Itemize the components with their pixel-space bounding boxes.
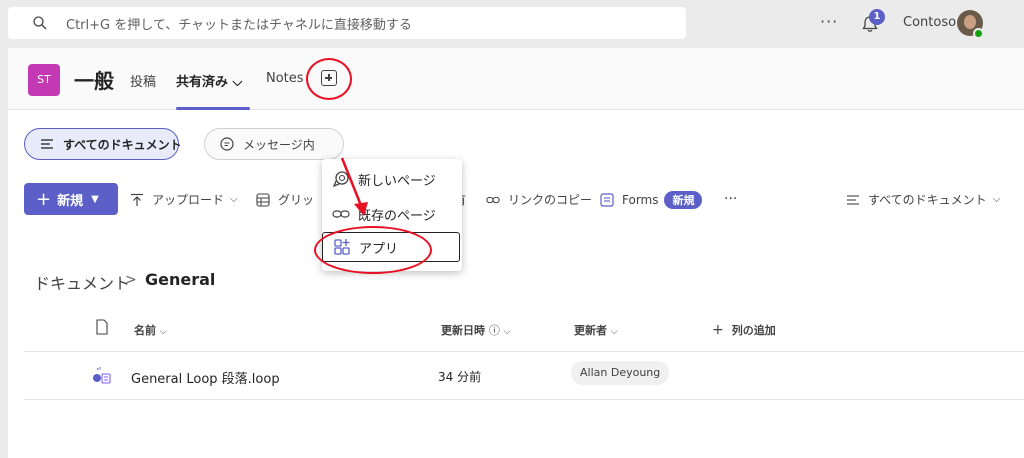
grid-view-button[interactable]: グリッ [256, 191, 314, 208]
add-column-button[interactable]: + 列の追加 [712, 322, 776, 338]
channel-panel: ST 一般 投稿 共有済み ⌵ Notes すべてのドキュメント メッセージ内 … [8, 48, 1024, 458]
channel-header: ST 一般 投稿 共有済み ⌵ Notes [8, 48, 1024, 110]
active-tab-indicator [176, 107, 250, 110]
forms-new-badge: 新規 [664, 191, 703, 209]
annotation-circle [306, 58, 352, 100]
annotation-arrow [340, 157, 368, 216]
header-divider [24, 351, 1024, 352]
loop-file-icon [93, 367, 111, 384]
view-selector-label: すべてのドキュメント [868, 193, 987, 207]
new-button-label: 新規 [57, 193, 84, 209]
search-box[interactable]: Ctrl+G を押して、チャットまたはチャネルに直接移動する [8, 7, 686, 39]
modified-by-chip[interactable]: Allan Deyoung [571, 361, 670, 385]
file-type-icon [96, 319, 108, 335]
forms-button[interactable]: Forms 新規 [600, 191, 703, 209]
chat-icon [220, 137, 234, 151]
new-button[interactable]: + 新規 ▼ [24, 183, 118, 215]
team-avatar[interactable]: ST [28, 64, 60, 96]
upload-button[interactable]: アップロード ⌵ [130, 191, 238, 208]
chevron-down-icon: ⌵ [230, 194, 238, 205]
list-icon [41, 139, 53, 149]
upload-label: アップロード [152, 193, 225, 207]
breadcrumb-separator: > [125, 272, 137, 288]
upload-icon [131, 193, 143, 206]
file-modified: 34 分前 [438, 370, 482, 384]
info-icon: ⓘ [488, 324, 500, 337]
filter-in-messages[interactable]: メッセージ内 [204, 128, 344, 160]
toolbar-more-button[interactable]: ··· [724, 191, 737, 207]
column-name[interactable]: 名前 ⌵ [134, 322, 167, 338]
add-column-label: 列の追加 [731, 324, 776, 337]
grid-icon [256, 192, 270, 207]
column-modified-by-label: 更新者 [574, 324, 607, 337]
chevron-down-icon: ⌵ [992, 194, 1001, 205]
plus-icon: + [36, 188, 52, 210]
left-rail [0, 48, 8, 458]
annotation-oval [314, 226, 432, 274]
row-divider [24, 399, 1024, 400]
list-icon [847, 194, 859, 205]
breadcrumb-documents[interactable]: ドキュメント [34, 270, 130, 294]
breadcrumb-current: General [145, 270, 216, 289]
column-modified[interactable]: 更新日時 ⓘ ⌵ [441, 322, 511, 338]
forms-label: Forms [622, 193, 659, 207]
file-name-link[interactable]: General Loop 段落.loop [131, 368, 280, 387]
notification-badge: 1 [869, 9, 885, 25]
filter-all-documents[interactable]: すべてのドキュメント [24, 128, 182, 160]
grid-view-label: グリッ [278, 193, 315, 207]
copy-link-label: リンクのコピー [508, 193, 593, 207]
search-placeholder: Ctrl+G を押して、チャットまたはチャネルに直接移動する [66, 17, 412, 33]
filter-all-documents-label: すべてのドキュメント [63, 137, 182, 152]
org-name[interactable]: Contoso [903, 15, 956, 30]
tab-posts[interactable]: 投稿 [130, 71, 156, 90]
tab-notes[interactable]: Notes [266, 71, 304, 86]
column-modified-label: 更新日時 [441, 324, 485, 337]
top-bar: Ctrl+G を押して、チャットまたはチャネルに直接移動する ··· 1 Con… [0, 0, 1024, 48]
column-modified-by[interactable]: 更新者 ⌵ [574, 322, 618, 338]
filter-in-messages-label: メッセージ内 [243, 137, 315, 152]
copy-link-button[interactable]: リンクのコピー [486, 191, 592, 208]
forms-icon [600, 193, 614, 207]
more-options-button[interactable]: ··· [820, 12, 838, 31]
presence-available-icon [973, 28, 984, 39]
plus-icon: + [712, 322, 724, 338]
view-selector[interactable]: すべてのドキュメント ⌵ [846, 191, 1000, 208]
channel-title: 一般 [74, 69, 114, 93]
tab-shared[interactable]: 共有済み ⌵ [176, 71, 242, 90]
chevron-down-icon: ▼ [91, 193, 99, 205]
search-icon [33, 16, 47, 30]
toolbar-more-label: ··· [724, 191, 738, 207]
column-name-label: 名前 [134, 324, 156, 337]
link-icon [486, 196, 500, 203]
